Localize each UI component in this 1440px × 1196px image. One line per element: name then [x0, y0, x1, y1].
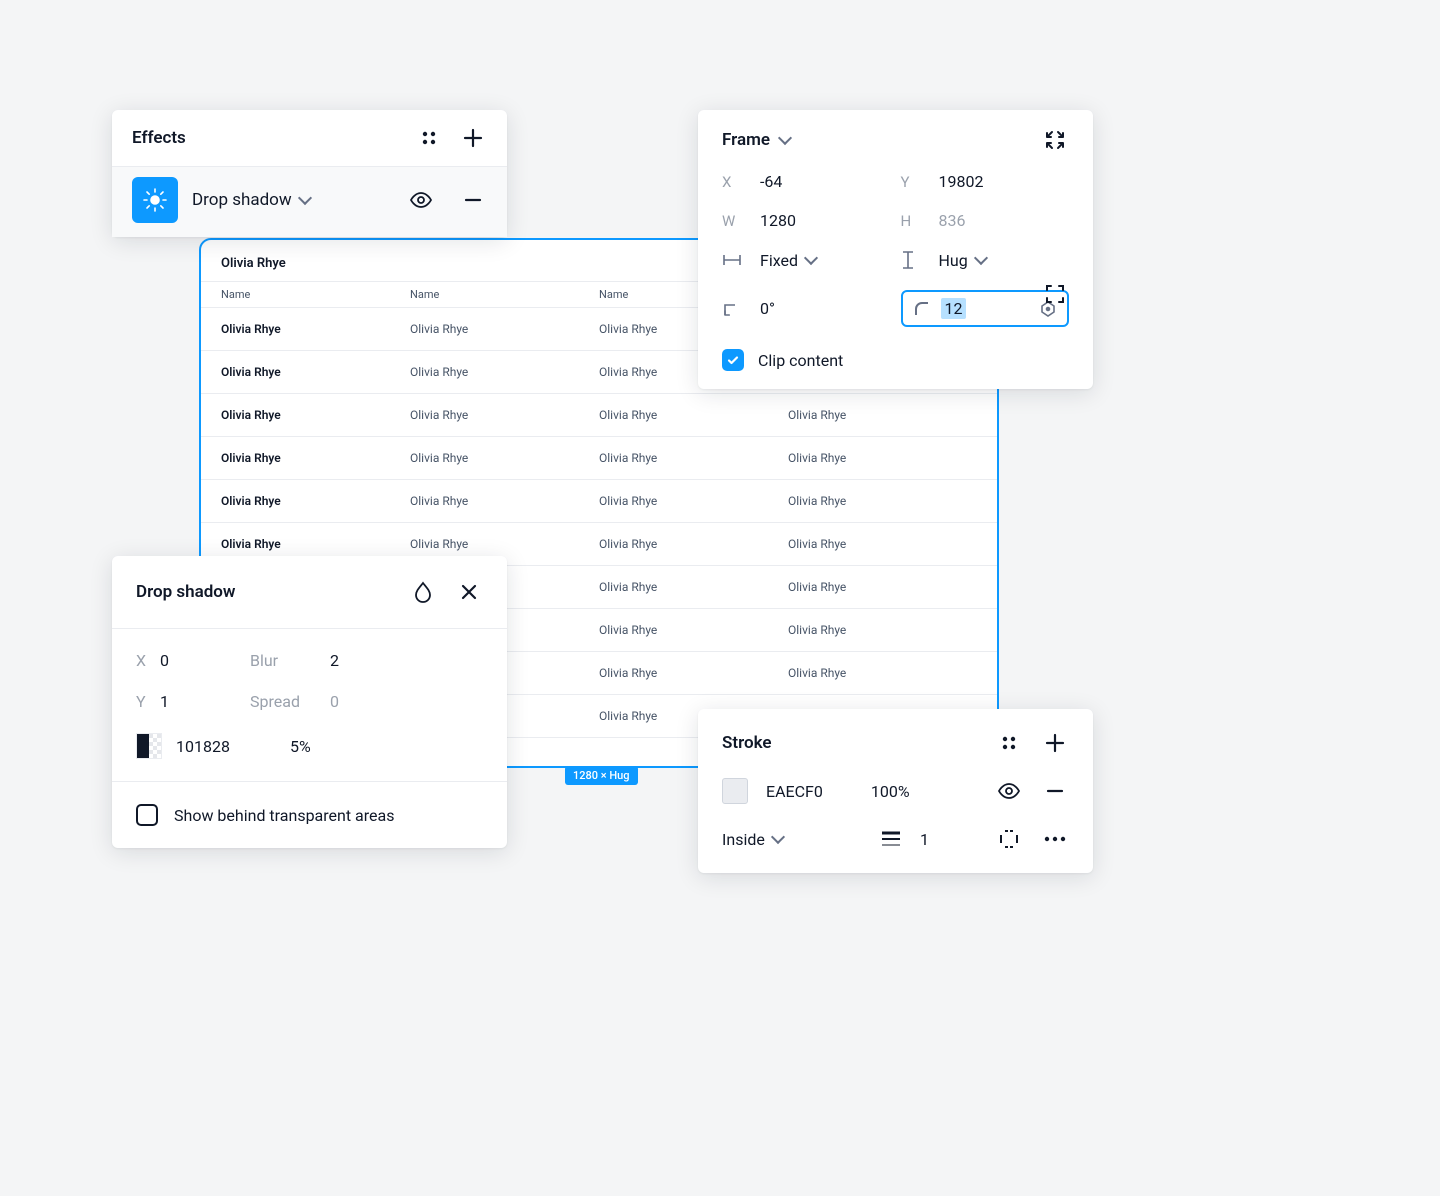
- shadow-y-label: Y: [136, 692, 160, 711]
- shadow-blur-value[interactable]: 2: [330, 651, 390, 670]
- shadow-spread-label: Spread: [250, 692, 330, 711]
- stroke-opacity[interactable]: 100%: [871, 782, 910, 801]
- y-value[interactable]: 19802: [939, 172, 1070, 191]
- frame-title: Frame: [722, 130, 770, 150]
- chevron-down-icon: [298, 191, 312, 205]
- stroke-position-select[interactable]: Inside: [722, 830, 783, 849]
- clip-content-label: Clip content: [758, 351, 843, 370]
- selection-size-badge: 1280 × Hug: [565, 766, 638, 785]
- blend-mode-icon[interactable]: [409, 578, 437, 606]
- shadow-y-value[interactable]: 1: [160, 692, 250, 711]
- expand-corners-icon[interactable]: [1041, 280, 1069, 308]
- remove-effect-icon[interactable]: [459, 186, 487, 214]
- remove-stroke-icon[interactable]: [1041, 777, 1069, 805]
- frame-panel: Frame X -64 Y 19802 W 1280 H 836 Fixed H…: [698, 110, 1093, 389]
- table-row: Olivia RhyeOlivia RhyeOlivia RhyeOlivia …: [201, 394, 997, 437]
- shadow-spread-value[interactable]: 0: [330, 692, 390, 711]
- close-icon[interactable]: [455, 578, 483, 606]
- horizontal-resize-icon: [722, 253, 750, 267]
- h-value[interactable]: 836: [939, 211, 1070, 230]
- table-row: Olivia RhyeOlivia RhyeOlivia RhyeOlivia …: [201, 480, 997, 523]
- drop-shadow-title: Drop shadow: [136, 582, 235, 602]
- effects-title: Effects: [132, 128, 186, 148]
- show-behind-checkbox[interactable]: [136, 804, 158, 826]
- w-value[interactable]: 1280: [760, 211, 891, 230]
- stroke-color-swatch[interactable]: [722, 778, 748, 804]
- stroke-styles-icon[interactable]: [995, 729, 1023, 757]
- shadow-blur-label: Blur: [250, 651, 330, 670]
- stroke-weight-icon: [880, 830, 902, 848]
- chevron-down-icon: [804, 251, 818, 265]
- effects-panel: Effects Drop shadow: [112, 110, 507, 237]
- table-row: Olivia RhyeOlivia RhyeOlivia RhyeOlivia …: [201, 437, 997, 480]
- column-header: Name: [410, 288, 599, 301]
- show-behind-label: Show behind transparent areas: [174, 806, 394, 825]
- corner-radius-value: 12: [941, 298, 967, 319]
- effect-styles-icon[interactable]: [415, 124, 443, 152]
- shadow-color-hex[interactable]: 101828: [176, 737, 230, 756]
- rotation-icon: [722, 300, 750, 318]
- resize-to-fit-icon[interactable]: [1041, 126, 1069, 154]
- stroke-color-hex[interactable]: EAECF0: [766, 782, 823, 801]
- effect-type-select[interactable]: Drop shadow: [192, 190, 310, 210]
- shadow-opacity[interactable]: 5%: [290, 737, 311, 756]
- h-label: H: [901, 212, 929, 230]
- shadow-color-swatch[interactable]: [136, 733, 162, 759]
- toggle-visibility-icon[interactable]: [407, 186, 435, 214]
- add-effect-icon[interactable]: [459, 124, 487, 152]
- w-label: W: [722, 212, 750, 230]
- rotation-value[interactable]: 0°: [760, 299, 891, 318]
- stroke-per-side-icon[interactable]: [995, 825, 1023, 853]
- chevron-down-icon[interactable]: [778, 131, 792, 145]
- stroke-panel: Stroke EAECF0 100% Inside 1: [698, 709, 1093, 873]
- effect-type-label: Drop shadow: [192, 190, 292, 210]
- chevron-down-icon: [974, 251, 988, 265]
- shadow-x-label: X: [136, 651, 160, 670]
- stroke-title: Stroke: [722, 733, 772, 753]
- effect-settings-icon[interactable]: [132, 177, 178, 223]
- shadow-x-value[interactable]: 0: [160, 651, 250, 670]
- y-label: Y: [901, 173, 929, 191]
- vertical-resize-icon: [901, 250, 929, 270]
- toggle-visibility-icon[interactable]: [995, 777, 1023, 805]
- horizontal-constraint-select[interactable]: Fixed: [760, 251, 891, 270]
- drop-shadow-panel: Drop shadow X 0 Blur 2 Y 1 Spread 0 1018…: [112, 556, 507, 848]
- more-options-icon[interactable]: [1041, 825, 1069, 853]
- clip-content-checkbox[interactable]: [722, 349, 744, 371]
- chevron-down-icon: [771, 830, 785, 844]
- x-value[interactable]: -64: [760, 172, 891, 191]
- column-header: Name: [221, 288, 410, 301]
- x-label: X: [722, 173, 750, 191]
- stroke-width-value[interactable]: 1: [920, 830, 929, 849]
- add-stroke-icon[interactable]: [1041, 729, 1069, 757]
- corner-radius-icon: [913, 300, 931, 318]
- vertical-constraint-select[interactable]: Hug: [939, 251, 1070, 270]
